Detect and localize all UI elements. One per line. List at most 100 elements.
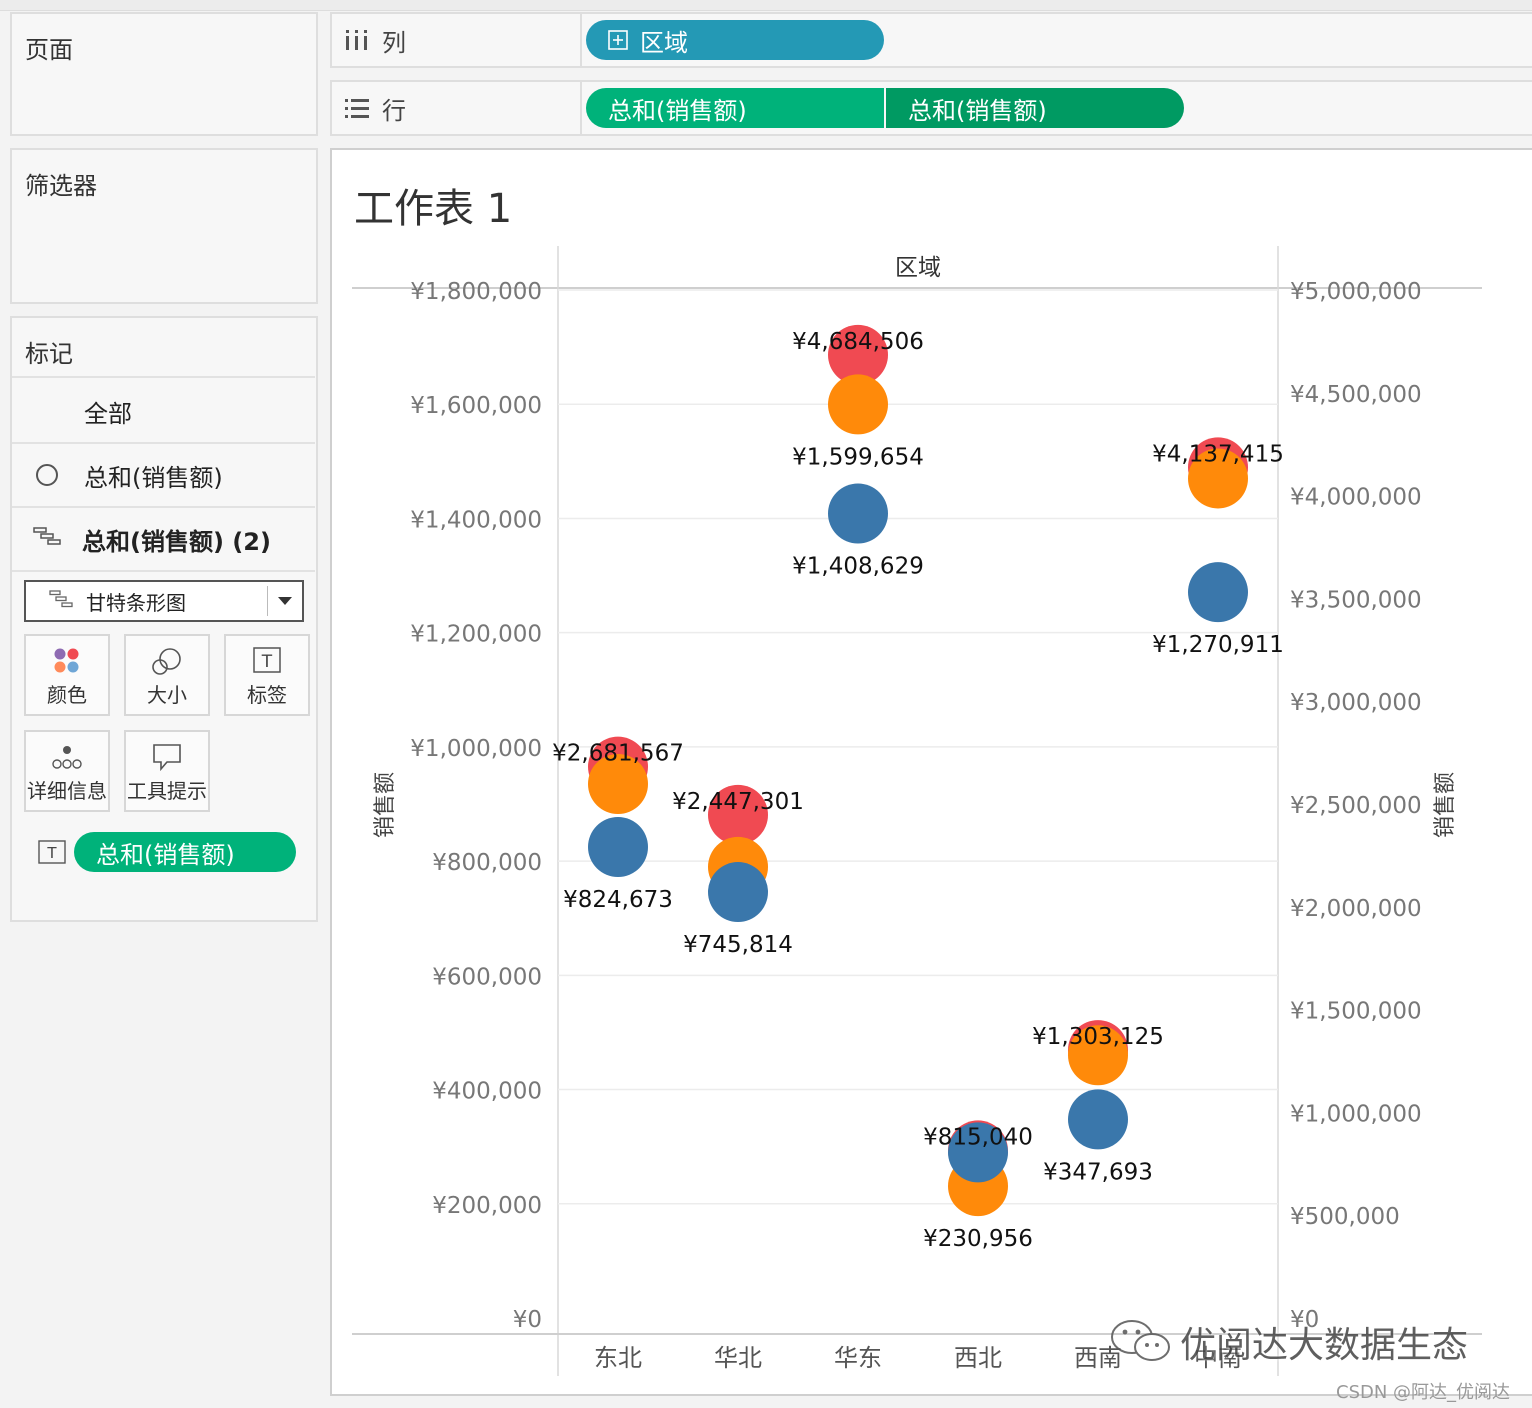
rows-icon xyxy=(344,97,370,119)
marks-row-label: 总和(销售额) xyxy=(84,463,223,492)
filters-title: 筛选器 xyxy=(25,172,97,200)
data-label: ¥1,408,629 xyxy=(792,554,924,580)
marks-row-label: 总和(销售额) (2) xyxy=(82,527,271,556)
expand-plus-icon[interactable] xyxy=(608,30,628,50)
text-label-icon: T xyxy=(38,840,66,868)
gantt-icon xyxy=(48,589,76,614)
color-palette-icon xyxy=(26,646,108,676)
series-2-point xyxy=(708,862,768,923)
watermark-text: 优阅达大数据生态 xyxy=(1180,1325,1469,1366)
left-axis-tick-label: ¥200,000 xyxy=(432,1193,542,1219)
data-label: ¥824,673 xyxy=(563,887,673,913)
right-axis-tick-label: ¥3,000,000 xyxy=(1290,690,1422,716)
detail-dots-icon xyxy=(26,742,108,772)
data-label: ¥1,270,911 xyxy=(1152,632,1284,658)
marks-row-all[interactable]: 全部 xyxy=(12,380,315,444)
color-card[interactable]: 颜色 xyxy=(24,634,110,716)
x-axis-category-label: 东北 xyxy=(594,1344,642,1372)
left-axis-tick-label: ¥600,000 xyxy=(432,964,542,990)
rows-shelf-label-box: 行 xyxy=(332,82,582,134)
marks-row-sum-sales-2[interactable]: 总和(销售额) (2) xyxy=(12,508,315,572)
tooltip-card-label: 工具提示 xyxy=(127,779,207,803)
column-header-region: 区域 xyxy=(895,255,941,281)
columns-shelf-label-box: 列 xyxy=(332,14,582,66)
circle-icon xyxy=(36,464,58,486)
right-axis-tick-label: ¥2,000,000 xyxy=(1290,896,1422,922)
size-card[interactable]: 大小 xyxy=(124,634,210,716)
series-2-point xyxy=(828,483,888,544)
credit-text: CSDN @阿达_优阅达 xyxy=(1336,1382,1511,1403)
series-2-point xyxy=(1188,562,1248,623)
data-label: ¥2,681,567 xyxy=(552,741,684,767)
left-axis-tick-label: ¥1,800,000 xyxy=(410,279,542,305)
data-label: ¥815,040 xyxy=(923,1124,1033,1150)
gantt-icon xyxy=(32,525,64,553)
sum-sales-row-pill-1[interactable]: 总和(销售额) xyxy=(586,88,884,128)
right-axis-tick-label: ¥5,000,000 xyxy=(1290,279,1422,305)
detail-card-label: 详细信息 xyxy=(27,779,107,803)
region-column-pill[interactable]: 区域 xyxy=(586,20,884,60)
data-label: ¥1,303,125 xyxy=(1032,1024,1164,1050)
scatter-chart: 区域 ¥0 ¥200,000 ¥400,000 ¥600,000 ¥800,000 ¥1,0… xyxy=(352,246,1482,1376)
columns-shelf[interactable]: 列 区域 xyxy=(330,12,1532,68)
series-2-point xyxy=(588,817,648,878)
marks-row-label: 全部 xyxy=(84,399,132,428)
rows-shelf-label: 行 xyxy=(382,96,406,125)
region-pill-label: 区域 xyxy=(640,28,688,57)
pages-panel[interactable]: 页面 xyxy=(10,12,318,136)
data-label: ¥1,599,654 xyxy=(792,444,924,470)
right-axis-tick-label: ¥1,000,000 xyxy=(1290,1101,1422,1127)
series-2-point xyxy=(1068,1089,1128,1150)
pages-title: 页面 xyxy=(25,36,73,64)
data-label: ¥4,684,506 xyxy=(792,329,924,355)
columns-shelf-label: 列 xyxy=(382,28,406,57)
right-axis-tick-label: ¥1,500,000 xyxy=(1290,999,1422,1025)
tooltip-card[interactable]: 工具提示 xyxy=(124,730,210,812)
filters-panel[interactable]: 筛选器 xyxy=(10,148,318,304)
left-axis-tick-label: ¥1,200,000 xyxy=(410,622,542,648)
left-axis-tick-label: ¥800,000 xyxy=(432,850,542,876)
dropdown-divider xyxy=(267,586,268,616)
data-label: ¥230,956 xyxy=(923,1226,1033,1252)
size-card-label: 大小 xyxy=(147,683,187,707)
right-axis-tick-label: ¥2,500,000 xyxy=(1290,793,1422,819)
chevron-down-icon[interactable] xyxy=(278,597,292,605)
right-axis-tick-label: ¥3,500,000 xyxy=(1290,587,1422,613)
tooltip-bubble-icon xyxy=(126,742,208,772)
worksheet-view: 工作表 1 区域 ¥0 ¥200,000 ¥400,000 ¥600,000 ¥800,0… xyxy=(330,148,1532,1396)
size-icon xyxy=(126,646,208,678)
mark-type-dropdown[interactable]: 甘特条形图 xyxy=(24,580,304,622)
left-axis-tick-label: ¥400,000 xyxy=(432,1079,542,1105)
right-axis-tick-label: ¥4,500,000 xyxy=(1290,382,1422,408)
series-1-point xyxy=(828,374,888,435)
text-label-icon: T xyxy=(226,646,308,674)
wechat-icon xyxy=(1108,1317,1174,1367)
label-field-pill[interactable]: 总和(销售额) xyxy=(74,832,296,872)
label-card-label: 标签 xyxy=(247,683,287,707)
x-axis-category-label: 华东 xyxy=(834,1344,882,1372)
data-label: ¥745,814 xyxy=(683,932,793,958)
left-axis-tick-label: ¥1,000,000 xyxy=(410,736,542,762)
sum-sales-row-pill-2[interactable]: 总和(销售额) xyxy=(886,88,1184,128)
rows-shelf[interactable]: 行 总和(销售额) 总和(销售额) xyxy=(330,80,1532,136)
left-axis-tick-label: ¥0 xyxy=(513,1307,542,1333)
top-tab-strip xyxy=(0,0,1532,11)
right-axis-tick-label: ¥4,000,000 xyxy=(1290,485,1422,511)
x-axis-category-label: 华北 xyxy=(714,1344,762,1372)
left-axis-tick-label: ¥1,600,000 xyxy=(410,393,542,419)
data-label: ¥2,447,301 xyxy=(672,789,804,815)
marks-title: 标记 xyxy=(25,340,73,368)
svg-text:T: T xyxy=(261,652,273,672)
svg-text:T: T xyxy=(46,844,57,862)
x-axis-category-label: 西北 xyxy=(954,1344,1002,1372)
right-axis-title: 销售额 xyxy=(1433,772,1458,838)
detail-card[interactable]: 详细信息 xyxy=(24,730,110,812)
right-axis-tick-label: ¥500,000 xyxy=(1290,1204,1400,1230)
data-label: ¥347,693 xyxy=(1043,1159,1153,1185)
left-axis-tick-label: ¥1,400,000 xyxy=(410,507,542,533)
color-card-label: 颜色 xyxy=(47,683,87,707)
watermark: 优阅达大数据生态 xyxy=(1108,1316,1468,1368)
marks-row-sum-sales[interactable]: 总和(销售额) xyxy=(12,444,315,508)
label-card[interactable]: T 标签 xyxy=(224,634,310,716)
data-label: ¥4,137,415 xyxy=(1152,441,1284,467)
